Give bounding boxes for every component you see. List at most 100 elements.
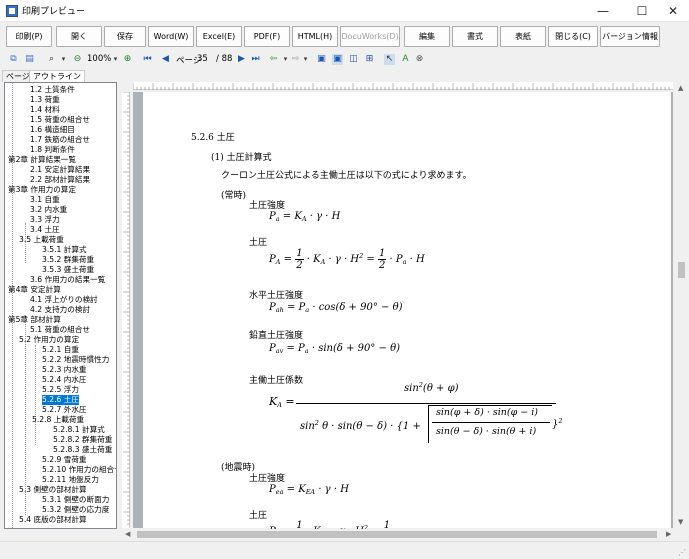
tree-item[interactable]: 1.4 材料: [30, 105, 60, 115]
horizontal-strength-label: 水平土圧強度: [249, 291, 304, 301]
zoom-out-icon[interactable]: ⊖: [72, 54, 83, 65]
hand-tool-icon[interactable]: ⊗: [414, 54, 425, 65]
tree-item[interactable]: 1.6 構造細目: [30, 125, 75, 135]
forward-dropdown-icon[interactable]: ▾: [300, 54, 311, 65]
tree-item[interactable]: 5.2.8.1 計算式: [53, 425, 105, 435]
tree-item[interactable]: 5.2.8.3 盛土荷重: [53, 445, 112, 455]
tree-item[interactable]: 5.2.11 地盤反力: [42, 475, 99, 485]
scroll-up-icon[interactable]: ▲: [678, 84, 683, 92]
title-bar: 印刷プレビュー — ☐ ✕: [0, 0, 689, 22]
zoom-level[interactable]: 100%: [87, 54, 111, 64]
zoom-in-icon[interactable]: ⊕: [122, 54, 133, 65]
maximize-button[interactable]: ☐: [628, 0, 656, 22]
zoom-search-icon[interactable]: ⌕: [46, 54, 57, 65]
close-button[interactable]: ✕: [659, 0, 687, 22]
status-bar: ⋰: [0, 541, 689, 559]
tree-item[interactable]: 1.5 荷重の組合せ: [30, 115, 90, 125]
open-button[interactable]: 開く: [56, 26, 102, 47]
normal-condition-label: (常時): [221, 191, 247, 201]
tree-item[interactable]: 5.2.1 自重: [42, 345, 79, 355]
word-export-button[interactable]: Word(W): [148, 26, 194, 47]
tree-item[interactable]: 3.5.2 群集荷重: [42, 255, 94, 265]
tree-item[interactable]: 5.2.2 地震時慣性力: [42, 355, 109, 365]
vertical-strength-label: 鉛直土圧強度: [249, 331, 304, 341]
format-button[interactable]: 書式: [452, 26, 498, 47]
pointer-tool-icon[interactable]: ↖: [384, 54, 395, 65]
tree-item[interactable]: 3.5.3 盛土荷重: [42, 265, 94, 275]
tree-item[interactable]: 3.5.1 計算式: [42, 245, 87, 255]
save-button[interactable]: 保存: [104, 26, 146, 47]
scroll-right-icon[interactable]: ▶: [666, 530, 671, 538]
tree-item[interactable]: 1.2 土質条件: [30, 85, 75, 95]
single-page-view-icon[interactable]: ▣: [316, 54, 327, 65]
tree-item[interactable]: 5.2.7 外水圧: [42, 405, 87, 415]
last-page-icon[interactable]: ⏭: [250, 54, 261, 65]
first-page-icon[interactable]: ⏮: [142, 54, 153, 65]
tree-item[interactable]: 3.6 作用力の結果一覧: [30, 275, 105, 285]
tree-item[interactable]: 5.2.5 浮力: [42, 385, 79, 395]
zoom-level-dropdown-icon[interactable]: ▾: [110, 54, 121, 65]
tree-item[interactable]: 5.3.2 側壁の応力度: [42, 505, 109, 515]
tree-item[interactable]: 2.1 安定計算結果: [30, 165, 90, 175]
tree-item[interactable]: 5.1 荷重の組合せ: [30, 325, 90, 335]
tree-item[interactable]: 5.3.1 側壁の断面力: [42, 495, 109, 505]
formula-pah: Pah = Pa · cos(δ + 90° − θ): [269, 302, 403, 314]
excel-export-button[interactable]: Excel(E): [196, 26, 242, 47]
tree-item[interactable]: 5.2.10 作用力の組合せ: [42, 465, 116, 475]
tree-item[interactable]: 5.4 底版の部材計算: [19, 515, 87, 525]
tree-item[interactable]: 5.3 側壁の部材計算: [19, 485, 87, 495]
next-page-icon[interactable]: ▶: [236, 54, 247, 65]
paste-icon[interactable]: ▤: [24, 54, 35, 65]
print-button[interactable]: 印刷(P): [6, 26, 52, 47]
vertical-ruler: [122, 91, 130, 528]
tree-item-selected[interactable]: 5.2.6 土圧: [42, 395, 79, 405]
two-page-view-icon[interactable]: ◫: [348, 54, 359, 65]
scroll-left-icon[interactable]: ◀: [125, 530, 130, 538]
tree-item[interactable]: 1.3 荷重: [30, 95, 60, 105]
tree-item[interactable]: 5.2.3 内水重: [42, 365, 87, 375]
tree-item[interactable]: 4.1 浮上がりの検討: [30, 295, 98, 305]
tree-item[interactable]: 3.1 自重: [30, 195, 60, 205]
tree-item[interactable]: 3.2 内水重: [30, 205, 67, 215]
tree-item[interactable]: 3.5 上載荷重: [19, 235, 64, 245]
minimize-button[interactable]: —: [589, 0, 617, 22]
cover-button[interactable]: 表紙: [500, 26, 546, 47]
tree-item[interactable]: 1.7 鉄筋の組合せ: [30, 135, 90, 145]
tree-item[interactable]: 5.2.8.2 群集荷重: [53, 435, 112, 445]
text-select-icon[interactable]: A: [400, 54, 411, 65]
multi-page-view-icon[interactable]: ⊞: [364, 54, 375, 65]
tree-item[interactable]: 第5章 部材計算: [8, 315, 61, 325]
tree-item[interactable]: 第2章 計算結果一覧: [8, 155, 76, 165]
edit-button[interactable]: 編集: [404, 26, 450, 47]
scroll-down-icon[interactable]: ▼: [678, 518, 683, 526]
tree-item[interactable]: 第3章 作用力の算定: [8, 185, 76, 195]
tab-outline[interactable]: アウトライン: [29, 70, 85, 82]
tree-item[interactable]: 第4章 安定計算: [8, 285, 61, 295]
continuous-view-icon[interactable]: ▣: [332, 54, 343, 65]
version-info-button[interactable]: バージョン情報: [600, 26, 660, 47]
tree-item[interactable]: 3.4 土圧: [30, 225, 60, 235]
tree-item[interactable]: 1.8 判断条件: [30, 145, 75, 155]
horizontal-ruler: [132, 82, 673, 90]
tree-item[interactable]: 3.3 浮力: [30, 215, 60, 225]
docuworks-export-button[interactable]: DocuWorks(D): [340, 26, 400, 47]
hscroll-thumb[interactable]: [137, 531, 657, 538]
horizontal-scrollbar[interactable]: ◀ ▶: [123, 529, 676, 540]
tree-item[interactable]: 5.2.4 内水圧: [42, 375, 87, 385]
tree-item[interactable]: 5.2 作用力の算定: [19, 335, 79, 345]
resize-grip-icon[interactable]: ⋰: [678, 548, 686, 557]
tree-item[interactable]: 5.2.9 雪荷重: [42, 455, 87, 465]
zoom-dropdown-icon[interactable]: ▾: [58, 54, 69, 65]
html-export-button[interactable]: HTML(H): [292, 26, 338, 47]
vertical-scrollbar[interactable]: ▲ ▼: [676, 82, 687, 528]
page-number-input[interactable]: 35: [197, 54, 208, 64]
back-icon[interactable]: ⇦: [268, 54, 279, 65]
tree-item[interactable]: 5.2.8 上載荷重: [32, 415, 84, 425]
close-preview-button[interactable]: 閉じる(C): [548, 26, 598, 47]
scroll-thumb[interactable]: [678, 262, 685, 278]
tree-item[interactable]: 4.2 支持力の検討: [30, 305, 90, 315]
tree-item[interactable]: 2.2 部材計算結果: [30, 175, 90, 185]
previous-page-icon[interactable]: ◀: [160, 54, 171, 65]
copy-icon[interactable]: ⧉: [8, 54, 19, 65]
pdf-export-button[interactable]: PDF(F): [244, 26, 290, 47]
